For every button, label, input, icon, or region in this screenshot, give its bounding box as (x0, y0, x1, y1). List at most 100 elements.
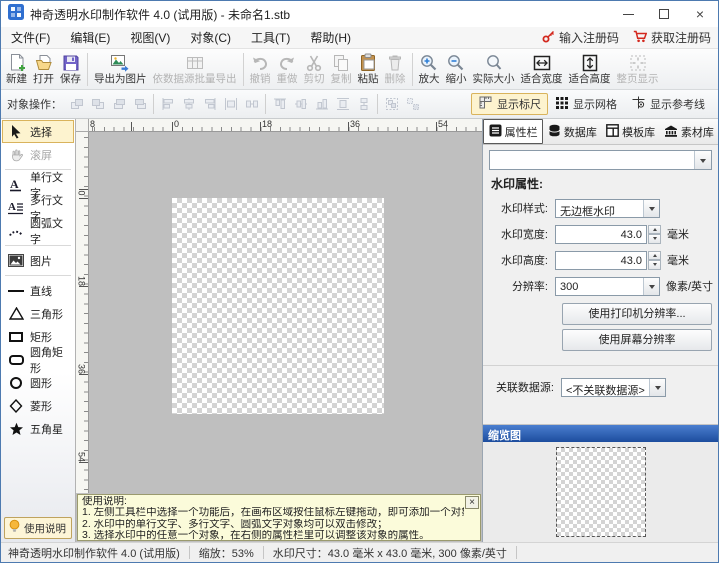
fit-height-button[interactable]: 适合高度 (566, 50, 614, 88)
get-register-code-link[interactable]: 获取注册码 (626, 29, 718, 46)
tool-separator (5, 275, 71, 276)
export-image-button[interactable]: 导出为图片 (91, 50, 150, 88)
vertical-ruler: 0 18 36 54 (76, 132, 89, 493)
object-toolbar: 对象操作： 显示标尺 显示网格 显示参考线 (1, 90, 718, 119)
multi-text-icon: A (6, 200, 26, 215)
tab-database[interactable]: 数据库 (543, 119, 601, 144)
ruler-label: 0 (76, 190, 87, 196)
tool-image[interactable]: 图片 (2, 249, 74, 272)
resolution-dropdown[interactable]: 300 (555, 276, 660, 296)
object-selector-dropdown[interactable] (489, 150, 712, 170)
tool-triangle[interactable]: 三角形 (2, 302, 74, 325)
copy-button: 复制 (328, 50, 355, 88)
height-spin-up-button[interactable] (648, 250, 661, 260)
datasource-label: 关联数据源: (495, 382, 554, 394)
hdistribute-icon (220, 94, 241, 115)
watermark-height-input[interactable]: 43.0 (555, 250, 647, 270)
toolbar-separator (87, 52, 88, 86)
horizontal-ruler: 8 0 18 36 54 (89, 119, 482, 132)
show-guides-toggle[interactable]: 显示参考线 (624, 93, 712, 115)
width-spin-up-button[interactable] (648, 224, 661, 234)
send-to-back-icon (87, 94, 108, 115)
close-button[interactable]: × (682, 1, 718, 27)
maximize-button[interactable] (646, 1, 682, 27)
status-bar: 神奇透明水印制作软件 4.0 (试用版) 缩放：53% 水印尺寸：43.0 毫米… (1, 542, 718, 562)
cut-button: 剪切 (301, 50, 328, 88)
height-spin-down-button[interactable] (648, 260, 661, 270)
fit-width-button[interactable]: 适合宽度 (518, 50, 566, 88)
show-ruler-toggle[interactable]: 显示标尺 (471, 93, 548, 115)
bring-forward-icon (108, 94, 129, 115)
usage-notes-close-button[interactable]: × (465, 496, 479, 509)
actual-size-button[interactable]: 实际大小 (470, 50, 518, 88)
paste-button[interactable]: 粘贴 (355, 50, 382, 88)
redo-icon (277, 53, 297, 73)
chevron-down-icon (649, 378, 665, 396)
ungroup-icon (402, 94, 423, 115)
open-icon (34, 53, 54, 73)
zoom-in-button[interactable]: 放大 (416, 50, 443, 88)
toolbar-separator (153, 94, 154, 114)
tool-select[interactable]: 选择 (2, 120, 74, 143)
height-unit: 毫米 (667, 255, 689, 267)
align-bottom-icon (311, 94, 332, 115)
triangle-icon (6, 307, 26, 320)
tab-materials[interactable]: 素材库 (660, 119, 718, 144)
menu-file[interactable]: 文件(F) (1, 26, 60, 49)
ruler-label: 0 (174, 119, 180, 129)
tool-diamond[interactable]: 菱形 (2, 394, 74, 417)
cut-icon (304, 53, 324, 73)
status-separator (188, 546, 190, 559)
line-icon (6, 289, 26, 292)
chevron-down-icon (643, 199, 659, 217)
ruler-corner (76, 119, 89, 132)
fit-page-icon (628, 53, 648, 73)
send-backward-icon (129, 94, 150, 115)
use-printer-resolution-button[interactable]: 使用打印机分辨率... (562, 303, 712, 325)
batch-export-icon (185, 53, 205, 73)
maximize-icon (659, 9, 669, 19)
minimize-button[interactable] (610, 1, 646, 27)
thumbnail-section: 缩览图 (483, 424, 718, 542)
watermark-width-input[interactable]: 43.0 (555, 224, 647, 244)
hspacing-equal-icon (241, 94, 262, 115)
fit-width-icon (532, 53, 552, 73)
watermark-style-dropdown[interactable]: 无边框水印 (555, 198, 660, 218)
tab-properties[interactable]: 属性栏 (483, 119, 544, 144)
key-icon (542, 30, 555, 46)
help-button[interactable]: 使用说明 (4, 517, 72, 539)
title-bar: 神奇透明水印制作软件 4.0 (试用版) - 未命名1.stb × (1, 1, 718, 27)
menu-bar: 文件(F) 编辑(E) 视图(V) 对象(C) 工具(T) 帮助(H) 输入注册… (1, 27, 718, 49)
new-button[interactable]: 新建 (3, 50, 30, 88)
svg-text:A: A (10, 177, 19, 191)
tool-rounded-rect[interactable]: 圆角矩形 (2, 347, 74, 375)
show-grid-toggle[interactable]: 显示网格 (548, 93, 624, 115)
delete-icon (385, 53, 405, 73)
save-button[interactable]: 保存 (57, 50, 84, 88)
menu-help[interactable]: 帮助(H) (300, 26, 361, 49)
open-button[interactable]: 打开 (30, 50, 57, 88)
enter-register-code-link[interactable]: 输入注册码 (535, 29, 626, 46)
use-screen-resolution-button[interactable]: 使用屏幕分辨率 (562, 329, 712, 351)
tool-arc-text[interactable]: 圆弧文字 (2, 218, 74, 246)
zoom-out-button[interactable]: 缩小 (443, 50, 470, 88)
zoom-in-icon (419, 53, 439, 73)
tool-line[interactable]: 直线 (2, 279, 74, 302)
menu-tools[interactable]: 工具(T) (241, 26, 300, 49)
menu-view[interactable]: 视图(V) (120, 26, 180, 49)
minimize-icon (622, 13, 634, 15)
tab-templates[interactable]: 模板库 (602, 119, 660, 144)
thumbnail-preview (555, 447, 646, 537)
star-icon (6, 422, 26, 436)
single-text-icon: A (6, 177, 26, 192)
tool-star[interactable]: 五角星 (2, 417, 74, 440)
lightbulb-icon (8, 519, 21, 537)
menu-object[interactable]: 对象(C) (180, 26, 241, 49)
canvas-artboard[interactable] (172, 198, 384, 414)
height-label: 水印高度: (500, 255, 548, 267)
main-toolbar: 新建 打开 保存 导出为图片 依数据源批量导出 撤销 重做 剪切 复制 粘贴 删… (1, 49, 718, 90)
width-spin-down-button[interactable] (648, 234, 661, 244)
rect-icon (6, 331, 26, 342)
datasource-dropdown[interactable]: <不关联数据源> (561, 377, 666, 397)
menu-edit[interactable]: 编辑(E) (60, 26, 120, 49)
